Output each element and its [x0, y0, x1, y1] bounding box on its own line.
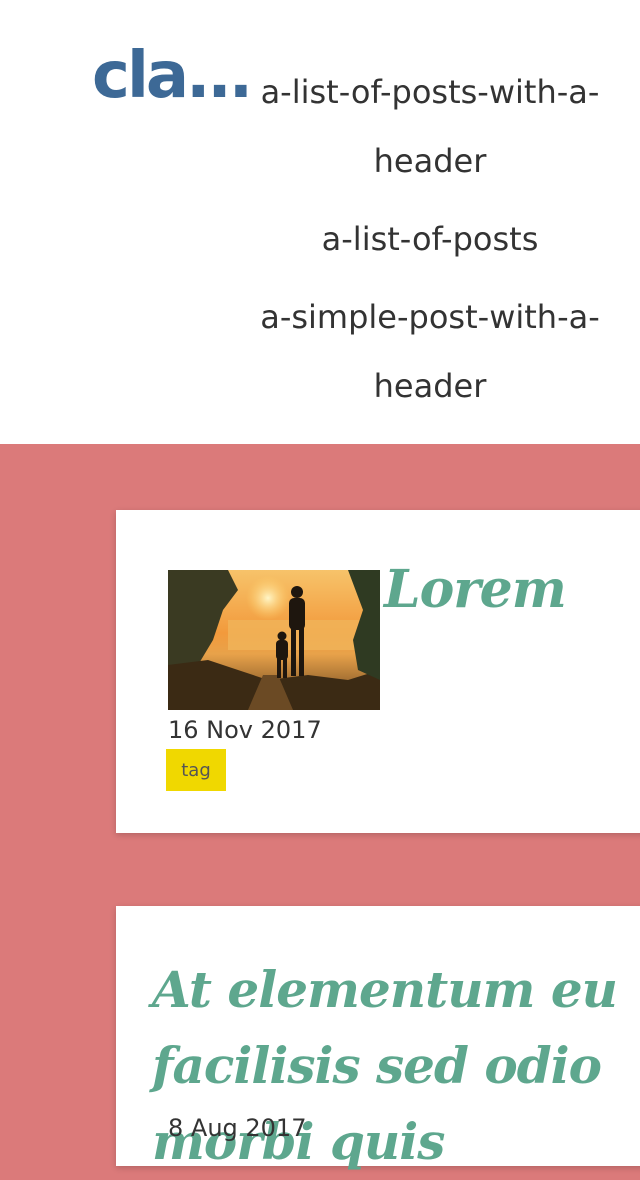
post-title-link[interactable]: At elementum eu facilisis sed odio morbi…: [152, 952, 640, 1180]
site-title-link[interactable]: cla...: [92, 36, 253, 116]
sunset-photo-image: [168, 570, 380, 710]
main-nav: a-list-of-posts-with-a-header a-list-of-…: [240, 58, 620, 430]
tag-badge[interactable]: tag: [166, 749, 226, 791]
post-title-link[interactable]: Lorem: [384, 558, 567, 622]
nav-link-list-of-posts[interactable]: a-list-of-posts: [240, 205, 620, 274]
nav-link-simple-post-with-header[interactable]: a-simple-post-with-a-header: [240, 283, 620, 421]
site-header: cla... a-list-of-posts-with-a-header a-l…: [0, 0, 640, 444]
post-date: 8 Aug 2017: [168, 1114, 307, 1142]
post-card: Lorem 16 Nov 2017 tag: [116, 510, 640, 833]
post-thumbnail[interactable]: [168, 570, 380, 710]
post-card: At elementum eu facilisis sed odio morbi…: [116, 906, 640, 1171]
nav-link-list-of-posts-with-header[interactable]: a-list-of-posts-with-a-header: [240, 58, 620, 196]
post-date: 16 Nov 2017: [168, 716, 322, 744]
